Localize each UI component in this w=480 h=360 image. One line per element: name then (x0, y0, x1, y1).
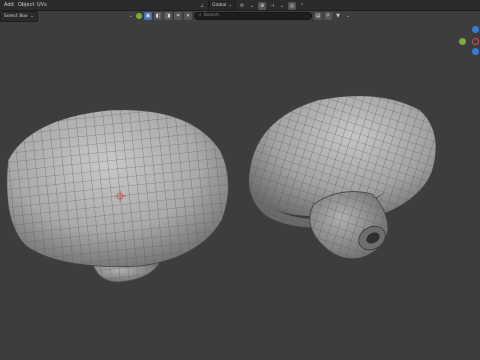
right-mushroom-mesh[interactable] (248, 95, 437, 259)
3d-viewport[interactable] (0, 0, 480, 360)
left-mushroom-mesh[interactable] (6, 109, 229, 283)
